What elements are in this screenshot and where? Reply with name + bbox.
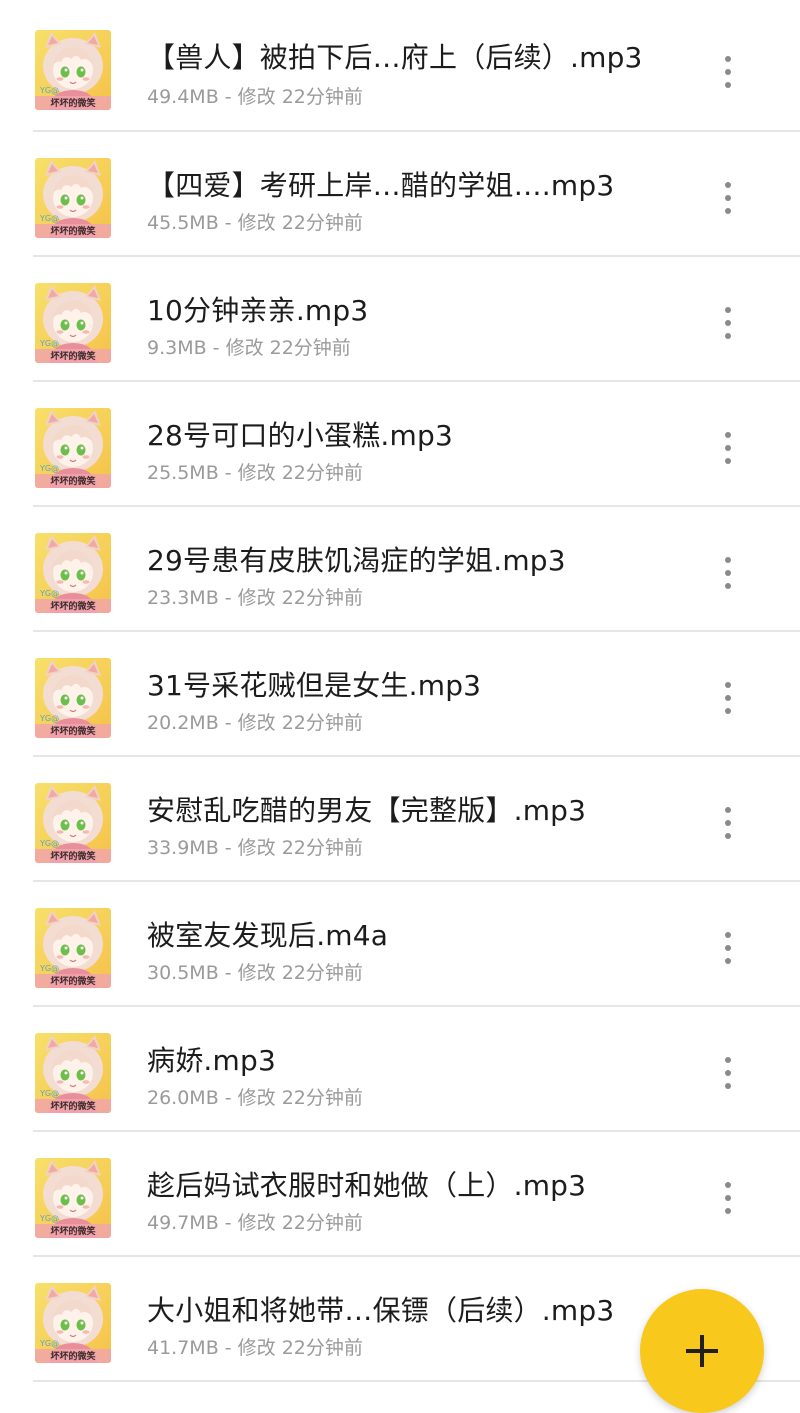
svg-text:YG@: YG@ <box>39 714 59 723</box>
svg-text:YG@: YG@ <box>39 214 59 223</box>
more-options-icon[interactable] <box>712 926 744 970</box>
more-options-icon[interactable] <box>712 1176 744 1220</box>
anime-girl-thumbnail-icon: YG@ 坏坏的微笑 <box>35 1283 111 1363</box>
svg-text:坏坏的微笑: 坏坏的微笑 <box>50 975 95 987</box>
svg-text:YG@: YG@ <box>39 464 59 473</box>
file-meta: 33.9MB - 修改 22分钟前 <box>147 837 363 859</box>
svg-text:YG@: YG@ <box>39 339 59 348</box>
more-options-icon[interactable] <box>712 426 744 470</box>
svg-text:YG@: YG@ <box>39 839 59 848</box>
file-name: 31号采花贼但是女生.mp3 <box>147 669 482 702</box>
anime-girl-thumbnail-icon: YG@ 坏坏的微笑 <box>35 1033 111 1113</box>
file-list-item[interactable]: YG@ 坏坏的微笑 【兽人】被拍下后…府上（后续）.mp3 49.4MB - 修… <box>0 0 800 132</box>
file-name: 10分钟亲亲.mp3 <box>147 294 369 327</box>
svg-text:坏坏的微笑: 坏坏的微笑 <box>50 600 95 612</box>
svg-text:坏坏的微笑: 坏坏的微笑 <box>50 225 95 237</box>
file-meta: 30.5MB - 修改 22分钟前 <box>147 962 363 984</box>
file-name: 29号患有皮肤饥渴症的学姐.mp3 <box>147 544 566 577</box>
svg-text:YG@: YG@ <box>39 1214 59 1223</box>
file-meta: 41.7MB - 修改 22分钟前 <box>147 1337 363 1359</box>
svg-text:YG@: YG@ <box>39 1339 59 1348</box>
file-name: 被室友发现后.m4a <box>147 919 389 952</box>
file-list-item[interactable]: YG@ 坏坏的微笑 10分钟亲亲.mp3 9.3MB - 修改 22分钟前 <box>0 257 800 382</box>
file-meta: 49.7MB - 修改 22分钟前 <box>147 1212 363 1234</box>
file-list-item[interactable]: YG@ 坏坏的微笑 被室友发现后.m4a 30.5MB - 修改 22分钟前 <box>0 882 800 1007</box>
more-options-icon[interactable] <box>712 551 744 595</box>
anime-girl-thumbnail-icon: YG@ 坏坏的微笑 <box>35 533 111 613</box>
svg-text:YG@: YG@ <box>39 589 59 598</box>
file-list-item[interactable]: YG@ 坏坏的微笑 趁后妈试衣服时和她做（上）.mp3 49.7MB - 修改 … <box>0 1132 800 1257</box>
svg-text:YG@: YG@ <box>39 1089 59 1098</box>
file-list-item[interactable]: YG@ 坏坏的微笑 28号可口的小蛋糕.mp3 25.5MB - 修改 22分钟… <box>0 382 800 507</box>
svg-text:坏坏的微笑: 坏坏的微笑 <box>50 350 95 362</box>
anime-girl-thumbnail-icon: YG@ 坏坏的微笑 <box>35 908 111 988</box>
file-list-item[interactable]: YG@ 坏坏的微笑 29号患有皮肤饥渴症的学姐.mp3 23.3MB - 修改 … <box>0 507 800 632</box>
svg-text:坏坏的微笑: 坏坏的微笑 <box>50 850 95 862</box>
anime-girl-thumbnail-icon: YG@ 坏坏的微笑 <box>35 30 111 110</box>
svg-text:坏坏的微笑: 坏坏的微笑 <box>50 725 95 737</box>
file-list: YG@ 坏坏的微笑 【兽人】被拍下后…府上（后续）.mp3 49.4MB - 修… <box>0 0 800 1382</box>
file-name: 28号可口的小蛋糕.mp3 <box>147 419 453 452</box>
file-list-item[interactable]: YG@ 坏坏的微笑 安慰乱吃醋的男友【完整版】.mp3 33.9MB - 修改 … <box>0 757 800 882</box>
file-meta: 49.4MB - 修改 22分钟前 <box>147 86 363 108</box>
anime-girl-thumbnail-icon: YG@ 坏坏的微笑 <box>35 158 111 238</box>
anime-girl-thumbnail-icon: YG@ 坏坏的微笑 <box>35 783 111 863</box>
file-list-item[interactable]: YG@ 坏坏的微笑 【四爱】考研上岸…醋的学姐….mp3 45.5MB - 修改… <box>0 132 800 257</box>
file-meta: 25.5MB - 修改 22分钟前 <box>147 462 363 484</box>
more-options-icon[interactable] <box>712 676 744 720</box>
file-name: 【兽人】被拍下后…府上（后续）.mp3 <box>147 41 643 74</box>
more-options-icon[interactable] <box>712 801 744 845</box>
anime-girl-thumbnail-icon: YG@ 坏坏的微笑 <box>35 1158 111 1238</box>
file-name: 【四爱】考研上岸…醋的学姐….mp3 <box>147 169 615 202</box>
more-options-icon[interactable] <box>712 1051 744 1095</box>
svg-text:YG@: YG@ <box>39 964 59 973</box>
svg-text:坏坏的微笑: 坏坏的微笑 <box>50 475 95 487</box>
more-options-icon[interactable] <box>712 301 744 345</box>
file-meta: 9.3MB - 修改 22分钟前 <box>147 337 351 359</box>
file-name: 安慰乱吃醋的男友【完整版】.mp3 <box>147 794 587 827</box>
file-meta: 26.0MB - 修改 22分钟前 <box>147 1087 363 1109</box>
more-options-icon[interactable] <box>712 50 744 94</box>
add-fab-button[interactable] <box>640 1289 764 1413</box>
svg-text:坏坏的微笑: 坏坏的微笑 <box>50 1100 95 1112</box>
file-list-item[interactable]: YG@ 坏坏的微笑 病娇.mp3 26.0MB - 修改 22分钟前 <box>0 1007 800 1132</box>
anime-girl-thumbnail-icon: YG@ 坏坏的微笑 <box>35 408 111 488</box>
svg-text:坏坏的微笑: 坏坏的微笑 <box>50 97 95 109</box>
file-name: 趁后妈试衣服时和她做（上）.mp3 <box>147 1169 587 1202</box>
svg-text:坏坏的微笑: 坏坏的微笑 <box>50 1350 95 1362</box>
svg-text:坏坏的微笑: 坏坏的微笑 <box>50 1225 95 1237</box>
anime-girl-thumbnail-icon: YG@ 坏坏的微笑 <box>35 283 111 363</box>
file-name: 大小姐和将她带…保镖（后续）.mp3 <box>147 1294 615 1327</box>
anime-girl-thumbnail-icon: YG@ 坏坏的微笑 <box>35 658 111 738</box>
svg-text:YG@: YG@ <box>39 86 59 95</box>
file-meta: 20.2MB - 修改 22分钟前 <box>147 712 363 734</box>
file-meta: 45.5MB - 修改 22分钟前 <box>147 212 363 234</box>
file-meta: 23.3MB - 修改 22分钟前 <box>147 587 363 609</box>
more-options-icon[interactable] <box>712 176 744 220</box>
file-list-item[interactable]: YG@ 坏坏的微笑 31号采花贼但是女生.mp3 20.2MB - 修改 22分… <box>0 632 800 757</box>
file-name: 病娇.mp3 <box>147 1044 276 1077</box>
